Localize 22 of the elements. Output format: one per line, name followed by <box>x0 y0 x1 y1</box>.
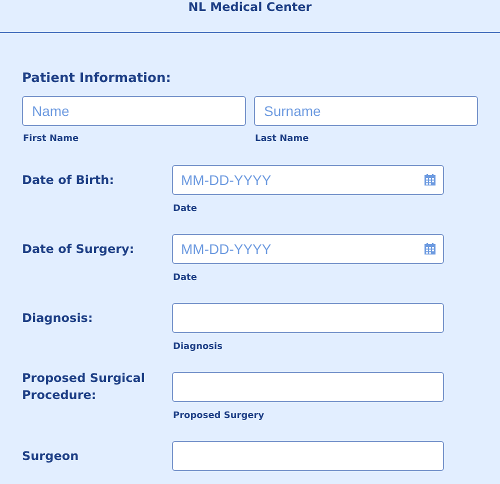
page-title: NL Medical Center <box>188 1 312 13</box>
field-label: Diagnosis: <box>22 310 93 326</box>
field-caption: Diagnosis <box>173 341 224 353</box>
input-field[interactable]: Surname <box>254 96 478 126</box>
calendar-icon[interactable] <box>424 243 436 255</box>
field-label: Date of Surgery: <box>22 240 134 258</box>
field-label: Date of Birth: <box>22 172 114 188</box>
field-caption: First Name <box>23 133 80 145</box>
section-heading: Patient Information: <box>22 71 172 87</box>
input-field[interactable]: Name <box>22 96 246 126</box>
date-field[interactable]: MM-DD-YYYY <box>172 234 444 264</box>
field-caption: Date <box>173 203 198 215</box>
field-label: Surgeon <box>22 448 79 464</box>
input-field[interactable] <box>172 441 444 471</box>
field-label: Proposed Surgical Procedure: <box>22 370 146 404</box>
field-caption: Proposed Surgery <box>173 410 266 422</box>
field-caption: Last Name <box>255 133 310 145</box>
calendar-icon[interactable] <box>424 174 436 186</box>
input-field[interactable] <box>172 372 444 402</box>
date-field[interactable]: MM-DD-YYYY <box>172 165 444 195</box>
input-field[interactable] <box>172 303 444 333</box>
field-caption: Date <box>173 272 198 284</box>
